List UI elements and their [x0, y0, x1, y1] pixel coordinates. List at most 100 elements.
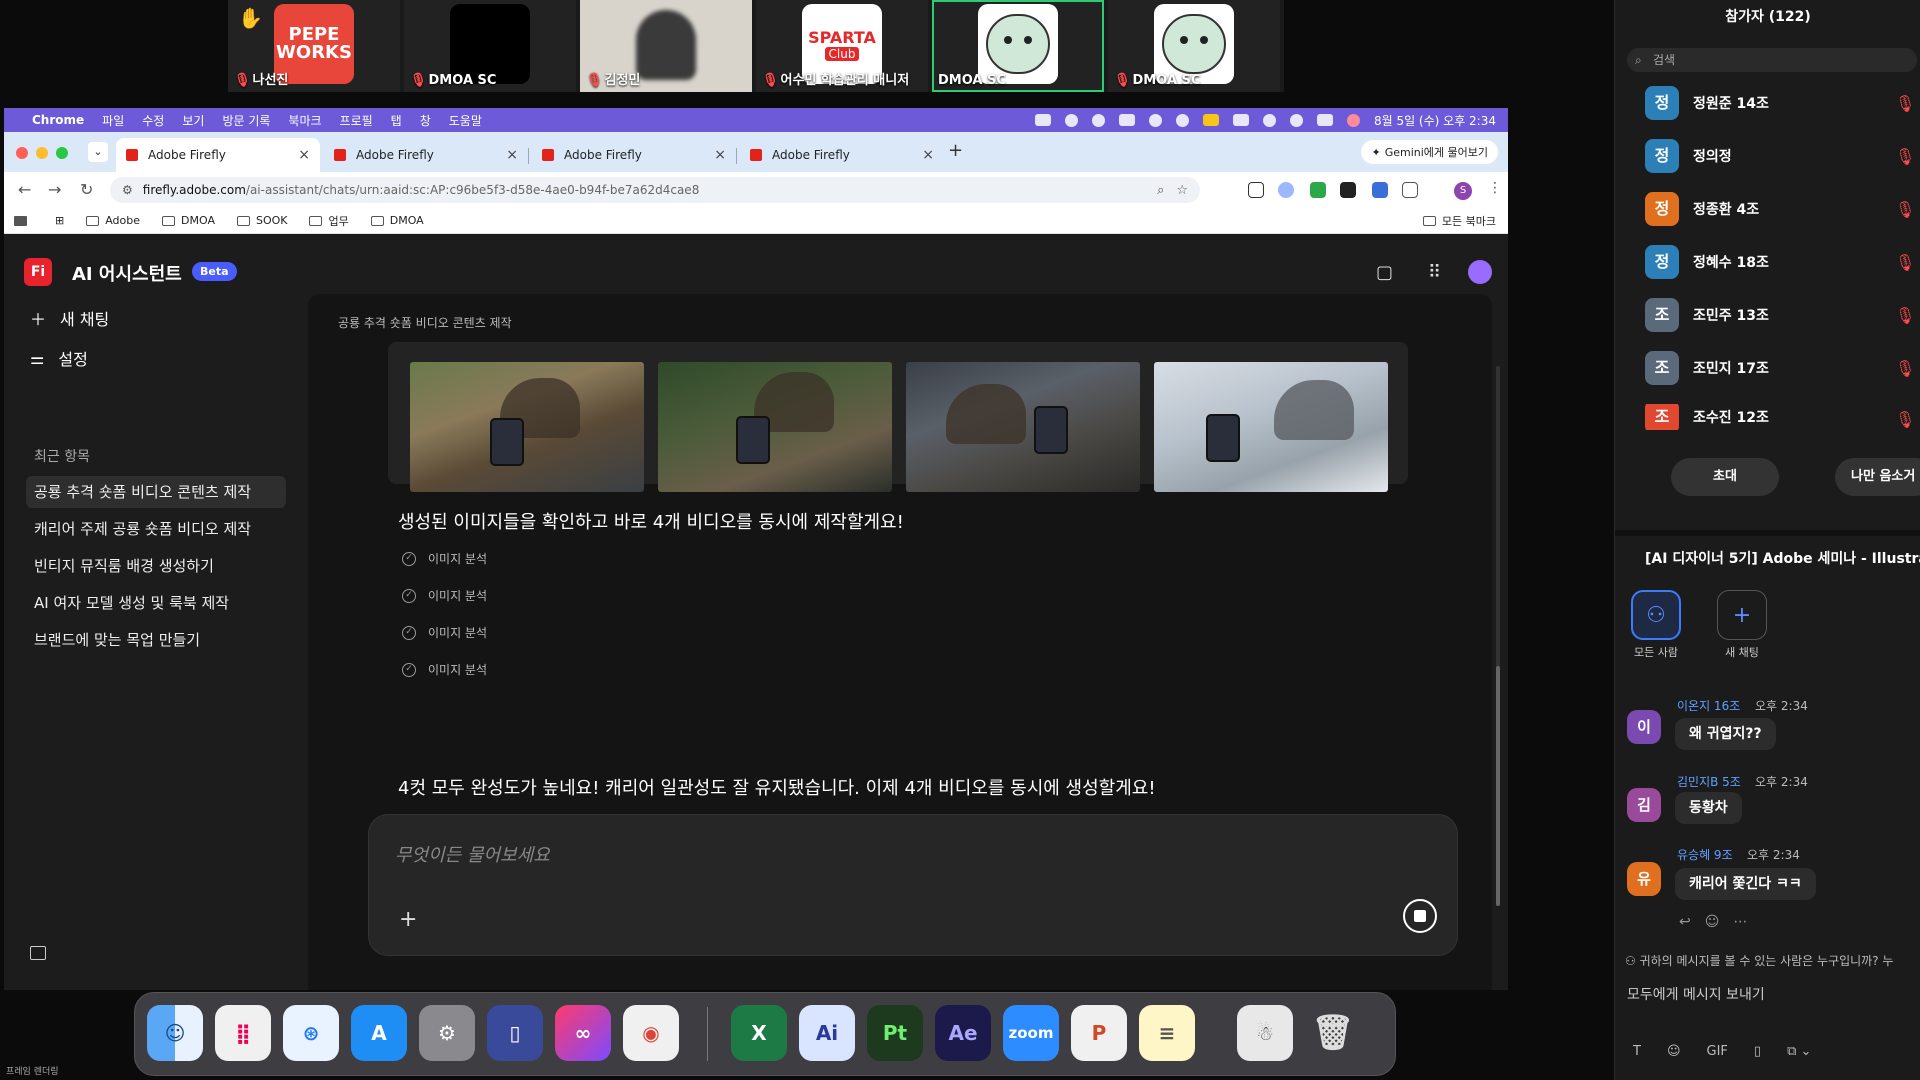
more-vert-icon[interactable]: ⋮ — [1488, 180, 1502, 196]
gif-button[interactable]: GIF — [1707, 1044, 1728, 1059]
screen-share-icon[interactable] — [1034, 114, 1051, 126]
chrome-icon[interactable]: ◉ — [623, 1005, 679, 1061]
recent-chat-item[interactable]: 캐리어 주제 공룡 숏폼 비디오 제작 — [26, 513, 286, 545]
more-horizontal-icon[interactable]: ⋯ — [1733, 914, 1747, 930]
recent-chat-item[interactable]: 브랜드에 맞는 목업 만들기 — [26, 624, 286, 656]
trash-icon[interactable]: 🗑 — [1305, 1005, 1361, 1061]
chat-sender[interactable]: 유승혜 9조 — [1677, 846, 1733, 863]
site-info-icon[interactable]: ⚙ — [122, 183, 133, 197]
mic-muted-icon[interactable]: 🎙 — [1895, 306, 1915, 325]
generated-image[interactable] — [906, 362, 1140, 492]
chat-message-input[interactable]: 모두에게 메시지 보내기 — [1627, 984, 1765, 1004]
bookmark-folder[interactable]: SOOK — [236, 214, 287, 227]
bookmark-star-icon[interactable]: ☆ — [1176, 183, 1188, 198]
illustrator-icon[interactable]: Ai — [799, 1005, 855, 1061]
chevron-down-icon[interactable]: ⌄ — [88, 142, 108, 162]
scrollbar-thumb[interactable] — [1496, 666, 1500, 906]
reload-icon[interactable]: ↻ — [80, 180, 93, 199]
mic-muted-icon[interactable]: 🎙 — [1895, 94, 1915, 113]
keyboard-icon[interactable] — [1232, 114, 1249, 126]
video-tile[interactable]: 🎙 김정민 — [580, 0, 752, 92]
forward-arrow-icon[interactable]: → — [48, 180, 61, 199]
feedback-chat-icon[interactable]: ▢ — [1376, 262, 1393, 283]
user-icon[interactable] — [1175, 113, 1189, 127]
zoom-magnifier-icon[interactable]: ⌕ — [1157, 183, 1164, 198]
close-window-button[interactable] — [16, 147, 28, 159]
apps-grid-icon[interactable]: ⠿ — [1428, 262, 1441, 283]
safari-icon[interactable]: ⊛ — [283, 1005, 339, 1061]
prompt-composer[interactable]: 무엇이든 물어보세요 + — [368, 814, 1458, 956]
wifi-icon[interactable] — [1262, 113, 1276, 127]
recent-chat-item[interactable]: AI 여자 모델 생성 및 룩북 제작 — [26, 587, 286, 619]
browser-tab[interactable]: Adobe Firefly × — [740, 138, 944, 172]
menu-item[interactable]: 수정 — [142, 112, 164, 129]
close-icon[interactable]: × — [714, 147, 726, 163]
menu-app-name[interactable]: Chrome — [32, 113, 84, 127]
menu-item[interactable]: 북마크 — [288, 112, 321, 129]
extension-icon[interactable] — [1340, 182, 1356, 198]
emoji-react-icon[interactable]: ☺ — [1705, 914, 1720, 930]
avatar[interactable] — [1468, 260, 1492, 284]
settings-button[interactable]: ⚌ 설정 — [30, 346, 88, 370]
menu-item[interactable]: 탭 — [391, 112, 402, 129]
extension-icon[interactable] — [1372, 182, 1388, 198]
tab-new-chat[interactable]: + — [1717, 590, 1767, 640]
bookmark-folder[interactable]: DMOA — [162, 214, 215, 227]
video-tile[interactable]: SPARTA Club 🎙 어수민 학습관리 매니저 — [756, 0, 928, 92]
powerpoint-icon[interactable]: P — [1071, 1005, 1127, 1061]
chat-sender[interactable]: 이온지 16조 — [1677, 697, 1740, 714]
screenshot-icon[interactable]: ⧉ ⌄ — [1787, 1044, 1811, 1059]
apps-grid-icon[interactable]: ⊞ — [55, 214, 64, 227]
battery-icon[interactable] — [1202, 114, 1219, 126]
extension-icon[interactable] — [1278, 182, 1294, 198]
after-effects-icon[interactable]: Ae — [935, 1005, 991, 1061]
tab-everyone[interactable]: ⚇ — [1631, 590, 1681, 640]
notes-icon[interactable]: ≡ — [1139, 1005, 1195, 1061]
app-store-icon[interactable]: A — [351, 1005, 407, 1061]
participant-row[interactable]: 조 조수진 12조 — [1645, 404, 1769, 430]
recent-chat-item[interactable]: 빈티지 뮤직룸 배경 생성하기 — [26, 550, 286, 582]
extension-icon[interactable] — [1310, 182, 1326, 198]
preview-icon[interactable]: ☃ — [1237, 1005, 1293, 1061]
menu-item[interactable]: 도움말 — [449, 112, 482, 129]
profile-avatar[interactable]: S — [1454, 182, 1472, 200]
status-icon[interactable] — [1064, 113, 1078, 127]
composer-placeholder[interactable]: 무엇이든 물어보세요 — [395, 841, 550, 867]
bookmark-folder[interactable]: 업무 — [309, 213, 349, 229]
mic-muted-icon[interactable]: 🎙 — [1895, 359, 1915, 378]
finder-icon[interactable]: ☺ — [147, 1005, 203, 1061]
mic-muted-icon[interactable]: 🎙 — [1895, 200, 1915, 219]
zoom-icon[interactable]: zoom — [1003, 1005, 1059, 1061]
close-icon[interactable]: × — [922, 147, 934, 163]
browser-tab[interactable]: Adobe Firefly × — [532, 138, 736, 172]
painter-icon[interactable]: Pt — [867, 1005, 923, 1061]
play-icon[interactable] — [1148, 113, 1162, 127]
close-icon[interactable]: × — [506, 147, 518, 163]
chat-scrollbar[interactable] — [1496, 366, 1500, 906]
launchpad-icon[interactable]: ⣿ — [215, 1005, 271, 1061]
privacy-note[interactable]: ⚇ 귀하의 메시지를 볼 수 있는 사람은 누구입니까? 누 — [1625, 952, 1893, 969]
participant-row[interactable]: 정 정종환 4조 — [1645, 192, 1759, 226]
participant-row[interactable]: 정 정원준 14조 — [1645, 86, 1769, 120]
generated-image[interactable] — [1154, 362, 1388, 492]
video-tile[interactable]: ✋ PEPE WORKS 🎙 나선진 — [228, 0, 400, 92]
video-tile-active-speaker[interactable]: DMOA SC — [932, 0, 1104, 92]
system-settings-icon[interactable]: ⚙ — [419, 1005, 475, 1061]
creative-cloud-icon[interactable]: ∞ — [555, 1005, 611, 1061]
menu-item[interactable]: 파일 — [102, 112, 124, 129]
sidebar-collapse-icon[interactable] — [30, 946, 46, 960]
video-tile[interactable]: 🎙 DMOA SC — [1108, 0, 1280, 92]
gemini-button[interactable]: ✦ Gemini에게 물어보기 — [1361, 140, 1498, 164]
search-icon[interactable] — [1289, 113, 1303, 127]
mic-muted-icon[interactable]: 🎙 — [1895, 410, 1915, 429]
close-icon[interactable]: × — [298, 147, 310, 163]
browser-tab[interactable]: Adobe Firefly × — [116, 138, 320, 172]
minimize-window-button[interactable] — [36, 147, 48, 159]
back-arrow-icon[interactable]: ← — [18, 180, 31, 199]
recent-chat-item[interactable]: 공룡 추격 숏폼 비디오 콘텐츠 제작 — [26, 476, 286, 508]
address-bar[interactable]: ⚙ firefly.adobe.com /ai-assistant/chats/… — [110, 177, 1200, 203]
simulator-icon[interactable]: ▯ — [487, 1005, 543, 1061]
participant-row[interactable]: 조 조민주 13조 — [1645, 298, 1769, 332]
reply-icon[interactable]: ↩ — [1679, 914, 1691, 930]
menu-item[interactable]: 보기 — [182, 112, 204, 129]
